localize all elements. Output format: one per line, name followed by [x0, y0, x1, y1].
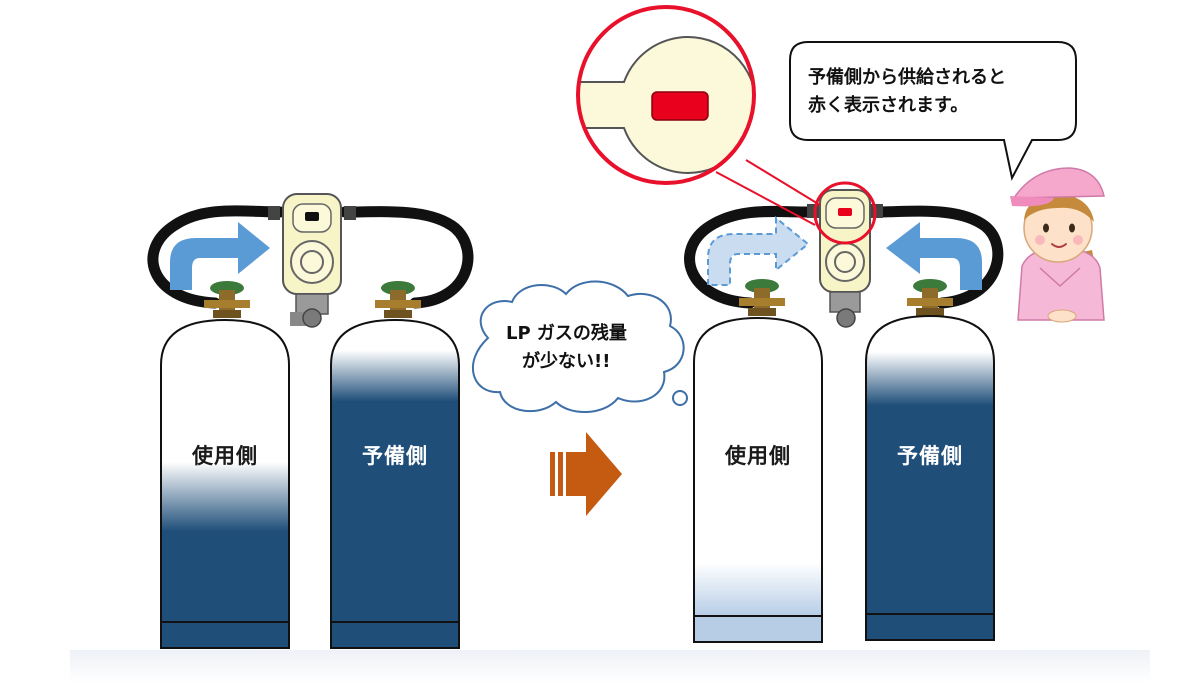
right-cylinder-reserve-label: 予備側 — [897, 444, 963, 468]
red-indicator-icon — [838, 208, 852, 216]
red-indicator-icon — [651, 91, 709, 121]
zoom-connector — [745, 159, 821, 206]
speech-bubble-line1: 予備側から供給されると — [808, 67, 1006, 88]
left-cylinder-reserve-label: 予備側 — [362, 444, 428, 468]
left-cylinder-reserve — [330, 318, 460, 649]
floor-shadow — [70, 650, 1150, 683]
woman-staff-icon — [1010, 167, 1105, 323]
right-cylinder-in-use — [693, 316, 823, 643]
left-cylinder-in-use-label: 使用側 — [192, 444, 258, 468]
right-scene — [684, 159, 1004, 643]
speech-bubble-line2: 赤く表示されます。 — [808, 95, 969, 116]
right-cylinder-in-use-label: 使用側 — [725, 444, 791, 468]
thought-bubble-line1: LP ガスの残量 — [506, 323, 627, 344]
dashed-arrow-icon — [707, 215, 810, 286]
left-scene — [147, 193, 474, 649]
left-cylinder-in-use — [160, 318, 290, 649]
right-arrow-icon — [550, 432, 622, 516]
indicator-icon — [305, 212, 319, 221]
lp-gas-switchover-diagram: 使用側 予備側 使用側 予備側 LP ガスの残量 が少ない!! 予備側から供給さ… — [0, 0, 1200, 683]
thought-bubble-line2: が少ない!! — [522, 351, 611, 372]
zoom-circle — [576, 5, 756, 185]
right-cylinder-reserve — [865, 314, 995, 641]
curved-arrow-icon — [170, 222, 270, 290]
